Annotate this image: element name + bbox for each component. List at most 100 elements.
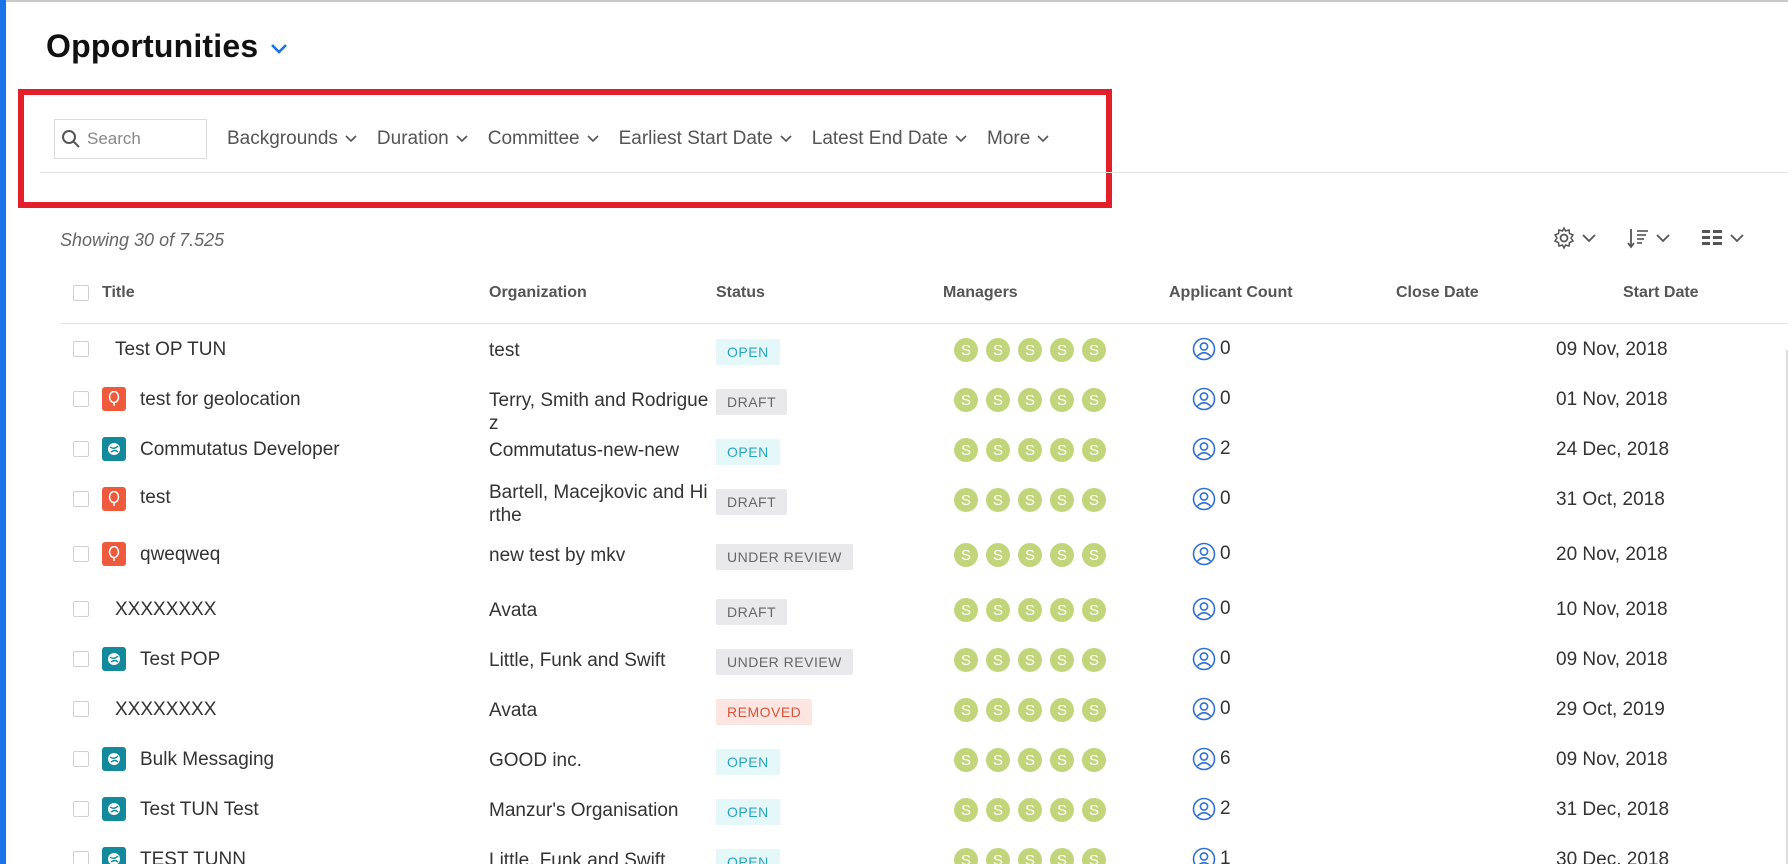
filter-latest-end-date[interactable]: Latest End Date — [812, 128, 967, 150]
applicant-count[interactable]: 0 — [1192, 337, 1231, 361]
avatar[interactable]: S — [1018, 438, 1042, 462]
avatar[interactable]: S — [1050, 338, 1074, 362]
row-title[interactable]: TEST TUNN — [140, 849, 246, 864]
row-title[interactable]: Test POP — [140, 649, 220, 671]
applicant-count[interactable]: 0 — [1192, 487, 1231, 511]
applicant-count[interactable]: 0 — [1192, 697, 1231, 721]
avatar[interactable]: S — [986, 848, 1010, 864]
avatar[interactable]: S — [954, 338, 978, 362]
page-title-wrap[interactable]: Opportunities — [46, 28, 288, 65]
avatar[interactable]: S — [986, 698, 1010, 722]
row-title[interactable]: XXXXXXXX — [115, 599, 216, 621]
row-checkbox[interactable] — [73, 546, 89, 562]
avatar[interactable]: S — [954, 648, 978, 672]
avatar[interactable]: S — [986, 388, 1010, 412]
avatar[interactable]: S — [1018, 598, 1042, 622]
avatar[interactable]: S — [1018, 543, 1042, 567]
applicant-count[interactable]: 0 — [1192, 647, 1231, 671]
filter-earliest-start-date[interactable]: Earliest Start Date — [619, 128, 792, 150]
avatar[interactable]: S — [1050, 748, 1074, 772]
avatar[interactable]: S — [1082, 648, 1106, 672]
avatar[interactable]: S — [1018, 798, 1042, 822]
sort-dropdown[interactable] — [1626, 226, 1670, 250]
avatar[interactable]: S — [1082, 698, 1106, 722]
header-managers[interactable]: Managers — [943, 284, 1018, 302]
avatar[interactable]: S — [1050, 648, 1074, 672]
header-close-date[interactable]: Close Date — [1396, 284, 1479, 302]
row-checkbox[interactable] — [73, 341, 89, 357]
avatar[interactable]: S — [1082, 798, 1106, 822]
avatar[interactable]: S — [986, 798, 1010, 822]
applicant-count[interactable]: 2 — [1192, 437, 1231, 461]
row-checkbox[interactable] — [73, 651, 89, 667]
avatar[interactable]: S — [1018, 748, 1042, 772]
row-checkbox[interactable] — [73, 601, 89, 617]
avatar[interactable]: S — [954, 388, 978, 412]
avatar[interactable]: S — [986, 748, 1010, 772]
avatar[interactable]: S — [954, 848, 978, 864]
avatar[interactable]: S — [954, 798, 978, 822]
applicant-count[interactable]: 0 — [1192, 597, 1231, 621]
avatar[interactable]: S — [1050, 388, 1074, 412]
select-all-checkbox[interactable] — [73, 285, 89, 301]
avatar[interactable]: S — [1082, 748, 1106, 772]
row-title[interactable]: XXXXXXXX — [115, 699, 216, 721]
avatar[interactable]: S — [1082, 598, 1106, 622]
search-box[interactable] — [54, 119, 207, 159]
avatar[interactable]: S — [986, 488, 1010, 512]
avatar[interactable]: S — [1082, 388, 1106, 412]
avatar[interactable]: S — [986, 598, 1010, 622]
filter-more[interactable]: More — [987, 128, 1049, 150]
avatar[interactable]: S — [954, 698, 978, 722]
header-applicant-count[interactable]: Applicant Count — [1169, 284, 1293, 302]
avatar[interactable]: S — [1050, 848, 1074, 864]
avatar[interactable]: S — [1018, 648, 1042, 672]
avatar[interactable]: S — [954, 748, 978, 772]
avatar[interactable]: S — [1082, 848, 1106, 864]
avatar[interactable]: S — [954, 488, 978, 512]
avatar[interactable]: S — [1050, 488, 1074, 512]
row-checkbox[interactable] — [73, 751, 89, 767]
avatar[interactable]: S — [1018, 698, 1042, 722]
applicant-count[interactable]: 0 — [1192, 542, 1231, 566]
row-checkbox[interactable] — [73, 491, 89, 507]
applicant-count[interactable]: 1 — [1192, 847, 1231, 864]
avatar[interactable]: S — [1018, 488, 1042, 512]
avatar[interactable]: S — [954, 543, 978, 567]
avatar[interactable]: S — [1082, 488, 1106, 512]
columns-dropdown[interactable] — [1700, 226, 1744, 250]
avatar[interactable]: S — [1050, 543, 1074, 567]
avatar[interactable]: S — [986, 338, 1010, 362]
avatar[interactable]: S — [1050, 798, 1074, 822]
avatar[interactable]: S — [1082, 438, 1106, 462]
header-status[interactable]: Status — [716, 284, 765, 302]
avatar[interactable]: S — [954, 598, 978, 622]
applicant-count[interactable]: 2 — [1192, 797, 1231, 821]
settings-dropdown[interactable] — [1552, 226, 1596, 250]
avatar[interactable]: S — [1050, 438, 1074, 462]
row-checkbox[interactable] — [73, 801, 89, 817]
avatar[interactable]: S — [1082, 543, 1106, 567]
search-input[interactable] — [87, 129, 197, 149]
chevron-down-icon[interactable] — [270, 43, 288, 55]
row-checkbox[interactable] — [73, 441, 89, 457]
avatar[interactable]: S — [1050, 598, 1074, 622]
header-organization[interactable]: Organization — [489, 284, 587, 302]
row-checkbox[interactable] — [73, 391, 89, 407]
applicant-count[interactable]: 6 — [1192, 747, 1231, 771]
row-title[interactable]: Commutatus Developer — [140, 439, 340, 461]
filter-backgrounds[interactable]: Backgrounds — [227, 128, 357, 150]
avatar[interactable]: S — [1050, 698, 1074, 722]
row-checkbox[interactable] — [73, 701, 89, 717]
header-start-date[interactable]: Start Date — [1623, 284, 1699, 302]
row-title[interactable]: Test OP TUN — [115, 339, 226, 361]
avatar[interactable]: S — [986, 648, 1010, 672]
avatar[interactable]: S — [1082, 338, 1106, 362]
row-title[interactable]: Bulk Messaging — [140, 749, 274, 771]
avatar[interactable]: S — [986, 543, 1010, 567]
avatar[interactable]: S — [1018, 338, 1042, 362]
header-title[interactable]: Title — [102, 284, 135, 302]
avatar[interactable]: S — [954, 438, 978, 462]
avatar[interactable]: S — [986, 438, 1010, 462]
row-title[interactable]: Test TUN Test — [140, 799, 259, 821]
